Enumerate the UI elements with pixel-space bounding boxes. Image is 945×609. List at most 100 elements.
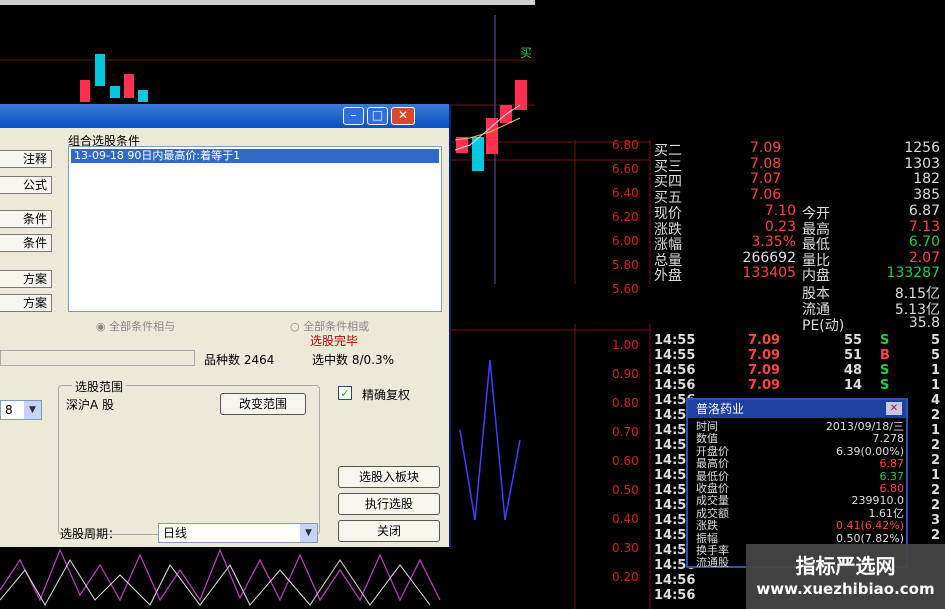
bid-volume: 1303	[904, 155, 940, 172]
minimize-icon[interactable]: –	[343, 107, 364, 125]
tick-direction: B	[880, 348, 890, 363]
tick-direction: S	[880, 333, 890, 348]
tick-count: 1	[930, 378, 940, 393]
chevron-down-icon[interactable]: ▼	[300, 524, 317, 542]
stock-count-value: 2464	[243, 353, 275, 367]
stock-count-label: 品种数	[204, 353, 241, 367]
stat-row: 外盘 133405 内盘 133287	[654, 265, 944, 284]
bid-price: 7.07	[750, 171, 782, 187]
stock-count: 品种数 2464	[204, 351, 274, 368]
popup-row-value: 239910.0	[851, 494, 905, 508]
chevron-down-icon[interactable]: ▼	[24, 401, 41, 419]
left-button-formula[interactable]: 公式	[0, 176, 52, 194]
stat-value-2: 2.07	[908, 249, 940, 266]
stat-value-2: 133287	[886, 265, 940, 281]
tick-row: 14:55 7.09 51 B 5	[654, 348, 944, 364]
chart-buy-label: 买	[520, 46, 533, 60]
tick-count: 2	[930, 408, 940, 423]
stat-row: 涨幅 3.35% 最低 6.70	[654, 234, 944, 253]
capital-label: PE(动)	[802, 318, 845, 334]
stat-value: 7.10	[764, 203, 796, 219]
tick-count: 1	[930, 468, 940, 483]
period-label: 选股周期：	[60, 527, 121, 541]
maximize-icon[interactable]: □	[367, 107, 388, 125]
left-button-remove-condition[interactable]: 条件	[0, 234, 52, 252]
popup-title: 普洛药业	[696, 402, 745, 416]
left-button-load-plan[interactable]: 方案	[0, 270, 52, 288]
ratio-axis-tick: 0.50	[612, 483, 639, 497]
popup-row-value: 2013/09/18/三	[825, 420, 904, 433]
stat-row: 总量 266692 量比 2.07	[654, 249, 944, 269]
left-dropdown[interactable]: 8 ▼	[0, 400, 42, 420]
tick-count: 2	[930, 453, 940, 468]
tick-time: 14:55	[654, 333, 696, 348]
stat-value: 266692	[742, 249, 796, 266]
radio-all-match[interactable]: ◉ 全部条件相与	[96, 318, 175, 334]
add-to-block-button[interactable]: 选股入板块	[338, 466, 440, 488]
watermark-title: 指标严选网	[795, 554, 896, 578]
tick-count: 5	[930, 348, 940, 363]
stat-value: 3.35%	[751, 234, 796, 250]
dialog-titlebar[interactable]: – □ ✕	[0, 104, 449, 128]
tick-price: 7.09	[748, 363, 781, 378]
selected-count-label: 选中数	[312, 353, 349, 367]
left-button-note[interactable]: 注释	[0, 150, 52, 168]
tick-direction: S	[880, 363, 890, 378]
bid-price: 7.09	[750, 140, 782, 156]
left-button-add-condition[interactable]: 条件	[0, 210, 52, 228]
capital-value: 35.8	[908, 315, 940, 331]
bid-volume: 182	[913, 171, 940, 187]
watermark: 指标严选网 www.xuezhibiao.com	[746, 544, 945, 609]
popup-row-label: 时间	[696, 420, 718, 433]
price-axis-tick: 5.60	[612, 282, 639, 296]
popup-row-label: 最高价	[696, 457, 729, 471]
close-button[interactable]: 关闭	[338, 520, 440, 542]
bid-row: 买三 7.08 1303	[654, 155, 944, 175]
ratio-axis-tick: 0.40	[612, 512, 639, 526]
tick-count: 1	[930, 423, 940, 438]
bar-info-popup: 普洛药业 ✕ 时间 2013/09/18/三 数值 7.278 开盘价 6.39(0.00…	[686, 398, 908, 570]
ratio-axis-tick: 0.80	[612, 396, 639, 410]
stat-value-2: 6.87	[908, 203, 940, 219]
exact-reweight-checkbox[interactable]: ✓	[338, 386, 352, 400]
execute-selection-button[interactable]: 执行选股	[338, 493, 440, 515]
popup-row-value: 0.41(6.42%)	[835, 519, 904, 533]
status-text: 选股完毕	[310, 334, 359, 348]
selected-count: 选中数 8/0.3%	[312, 351, 394, 368]
popup-row-value: 6.87	[879, 457, 905, 471]
popup-row-value: 6.37	[879, 469, 905, 483]
popup-close-icon[interactable]: ✕	[886, 402, 902, 415]
close-icon[interactable]: ✕	[391, 107, 415, 125]
progress-bar	[0, 350, 195, 366]
price-axis-tick: 6.20	[612, 210, 639, 224]
capital-row: 股本 8.15亿	[802, 283, 944, 302]
period-select-value: 日线	[163, 526, 188, 540]
tick-row: 14:56 7.09 14 S 1	[654, 378, 944, 394]
conditions-list[interactable]: 13-09-18 90日内最高价:着等于1	[68, 146, 442, 312]
condition-item[interactable]: 13-09-18 90日内最高价:着等于1	[71, 149, 439, 163]
price-axis-tick: 6.80	[612, 138, 639, 152]
ratio-axis-tick: 1.00	[612, 338, 639, 352]
popup-titlebar[interactable]: 普洛药业 ✕	[688, 400, 906, 418]
popup-row-value: 6.80	[879, 482, 905, 495]
popup-row-label: 振幅	[696, 531, 718, 545]
tick-price: 7.09	[748, 333, 781, 348]
popup-row: 开盘价 6.39(0.00%)	[692, 445, 906, 458]
change-range-button[interactable]: 改变范围	[220, 393, 306, 415]
popup-row-label: 最低价	[696, 469, 729, 483]
watermark-url: www.xuezhibiao.com	[756, 580, 935, 598]
tick-count: 2	[930, 483, 940, 498]
price-axis-tick: 6.40	[612, 186, 639, 200]
price-axis-tick: 6.60	[612, 162, 639, 176]
left-button-save-plan[interactable]: 方案	[0, 294, 52, 312]
popup-row-value: 1.61亿	[868, 506, 905, 520]
stat-value: 0.23	[764, 218, 796, 235]
tick-price: 7.09	[748, 378, 781, 393]
period-select[interactable]: 日线 ▼	[158, 523, 318, 543]
tick-count: 2	[930, 438, 940, 453]
stat-value-2: 7.13	[908, 218, 940, 235]
bid-row: 买四 7.07 182	[654, 171, 944, 190]
bid-row: 买二 7.09 1256	[654, 140, 944, 159]
popup-row-label: 流通股	[696, 556, 729, 570]
tick-time: 14:56	[654, 363, 696, 378]
